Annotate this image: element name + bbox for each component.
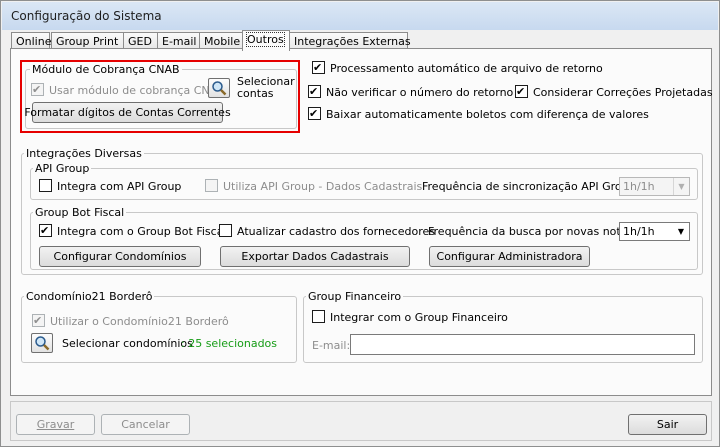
checkbox-icon	[219, 224, 232, 237]
settings-window: Configuração do Sistema Online Group Pri…	[0, 0, 720, 447]
auto-download-checkbox[interactable]: Baixar automaticamente boletos com difer…	[308, 107, 649, 121]
magnifier-icon	[35, 336, 50, 351]
api-group-data-label: Utiliza API Group - Dados Cadastrais	[223, 180, 423, 193]
financeiro-integrate-checkbox[interactable]: Integrar com o Group Financeiro	[312, 310, 508, 324]
exit-button[interactable]: Sair	[628, 414, 707, 435]
selected-count: : 25 selecionados	[181, 337, 278, 350]
title-bar: Configuração do Sistema	[2, 2, 718, 30]
checkbox-icon	[39, 224, 52, 237]
consider-corrections-label: Considerar Correções Projetadas	[533, 86, 713, 99]
cancel-button[interactable]: Cancelar	[101, 414, 190, 435]
bot-fiscal-integrate-checkbox[interactable]: Integra com o Group Bot Fiscal	[39, 224, 227, 238]
bot-fiscal-integrate-label: Integra com o Group Bot Fiscal	[57, 225, 227, 238]
auto-download-label: Baixar automaticamente boletos com difer…	[326, 108, 649, 121]
auto-process-checkbox[interactable]: Processamento automático de arquivo de r…	[312, 61, 603, 75]
financeiro-legend: Group Financeiro	[308, 290, 402, 303]
update-suppliers-label: Atualizar cadastro dos fornecedores	[237, 225, 435, 238]
checkbox-icon	[205, 179, 218, 192]
bordero-use-checkbox[interactable]: Utilizar o Condomínio21 Borderô	[32, 314, 229, 328]
window-title: Configuração do Sistema	[11, 9, 162, 23]
api-group-integrate-label: Integra com API Group	[57, 180, 182, 193]
chevron-down-icon: ▼	[677, 227, 685, 236]
consider-corrections-checkbox[interactable]: Considerar Correções Projetadas	[515, 85, 713, 99]
api-group-freq-label: Frequência de sincronização API Group:	[422, 180, 640, 193]
bot-fiscal-legend: Group Bot Fiscal	[35, 206, 125, 219]
save-button[interactable]: Gravar	[16, 414, 95, 435]
export-data-button[interactable]: Exportar Dados Cadastrais	[220, 246, 410, 267]
auto-process-label: Processamento automático de arquivo de r…	[330, 62, 603, 75]
checkbox-icon	[308, 85, 321, 98]
chevron-down-icon: ▼	[673, 178, 689, 195]
checkbox-icon	[515, 85, 528, 98]
checkbox-icon	[32, 314, 45, 327]
checkbox-icon	[312, 61, 325, 74]
checkbox-icon	[312, 310, 325, 323]
integracoes-legend: Integrações Diversas	[26, 147, 142, 160]
update-suppliers-checkbox[interactable]: Atualizar cadastro dos fornecedores	[219, 224, 435, 238]
no-verify-checkbox[interactable]: Não verificar o número do retorno	[308, 85, 513, 99]
select-condominios-button[interactable]	[31, 333, 53, 353]
api-group-legend: API Group	[35, 162, 90, 175]
bot-fiscal-freq-label: Frequência da busca por novas notas:	[428, 225, 637, 238]
no-verify-label: Não verificar o número do retorno	[326, 86, 514, 99]
api-group-integrate-checkbox[interactable]: Integra com API Group	[39, 179, 181, 193]
tab-outros[interactable]: Outros	[242, 30, 290, 51]
email-label: E-mail:	[312, 339, 351, 352]
api-group-freq-value: 1h/1h	[623, 180, 655, 193]
bordero-use-label: Utilizar o Condomínio21 Borderô	[50, 315, 229, 328]
api-group-freq-select[interactable]: 1h/1h ▼	[619, 177, 690, 196]
bot-fiscal-freq-value: 1h/1h	[623, 225, 655, 238]
select-condominios-label: Selecionar condomínios	[62, 337, 193, 350]
api-group-data-checkbox[interactable]: Utiliza API Group - Dados Cadastrais	[205, 179, 422, 193]
checkbox-icon	[308, 107, 321, 120]
checkbox-icon	[39, 179, 52, 192]
email-field[interactable]	[350, 334, 695, 355]
configure-condominios-button[interactable]: Configurar Condomínios	[39, 246, 201, 267]
bot-fiscal-freq-select[interactable]: 1h/1h ▼	[619, 222, 690, 241]
financeiro-integrate-label: Integrar com o Group Financeiro	[330, 311, 508, 324]
highlight-box	[20, 60, 300, 133]
configure-admin-button[interactable]: Configurar Administradora	[429, 246, 590, 267]
bordero-legend: Condomínio21 Borderô	[26, 290, 153, 303]
